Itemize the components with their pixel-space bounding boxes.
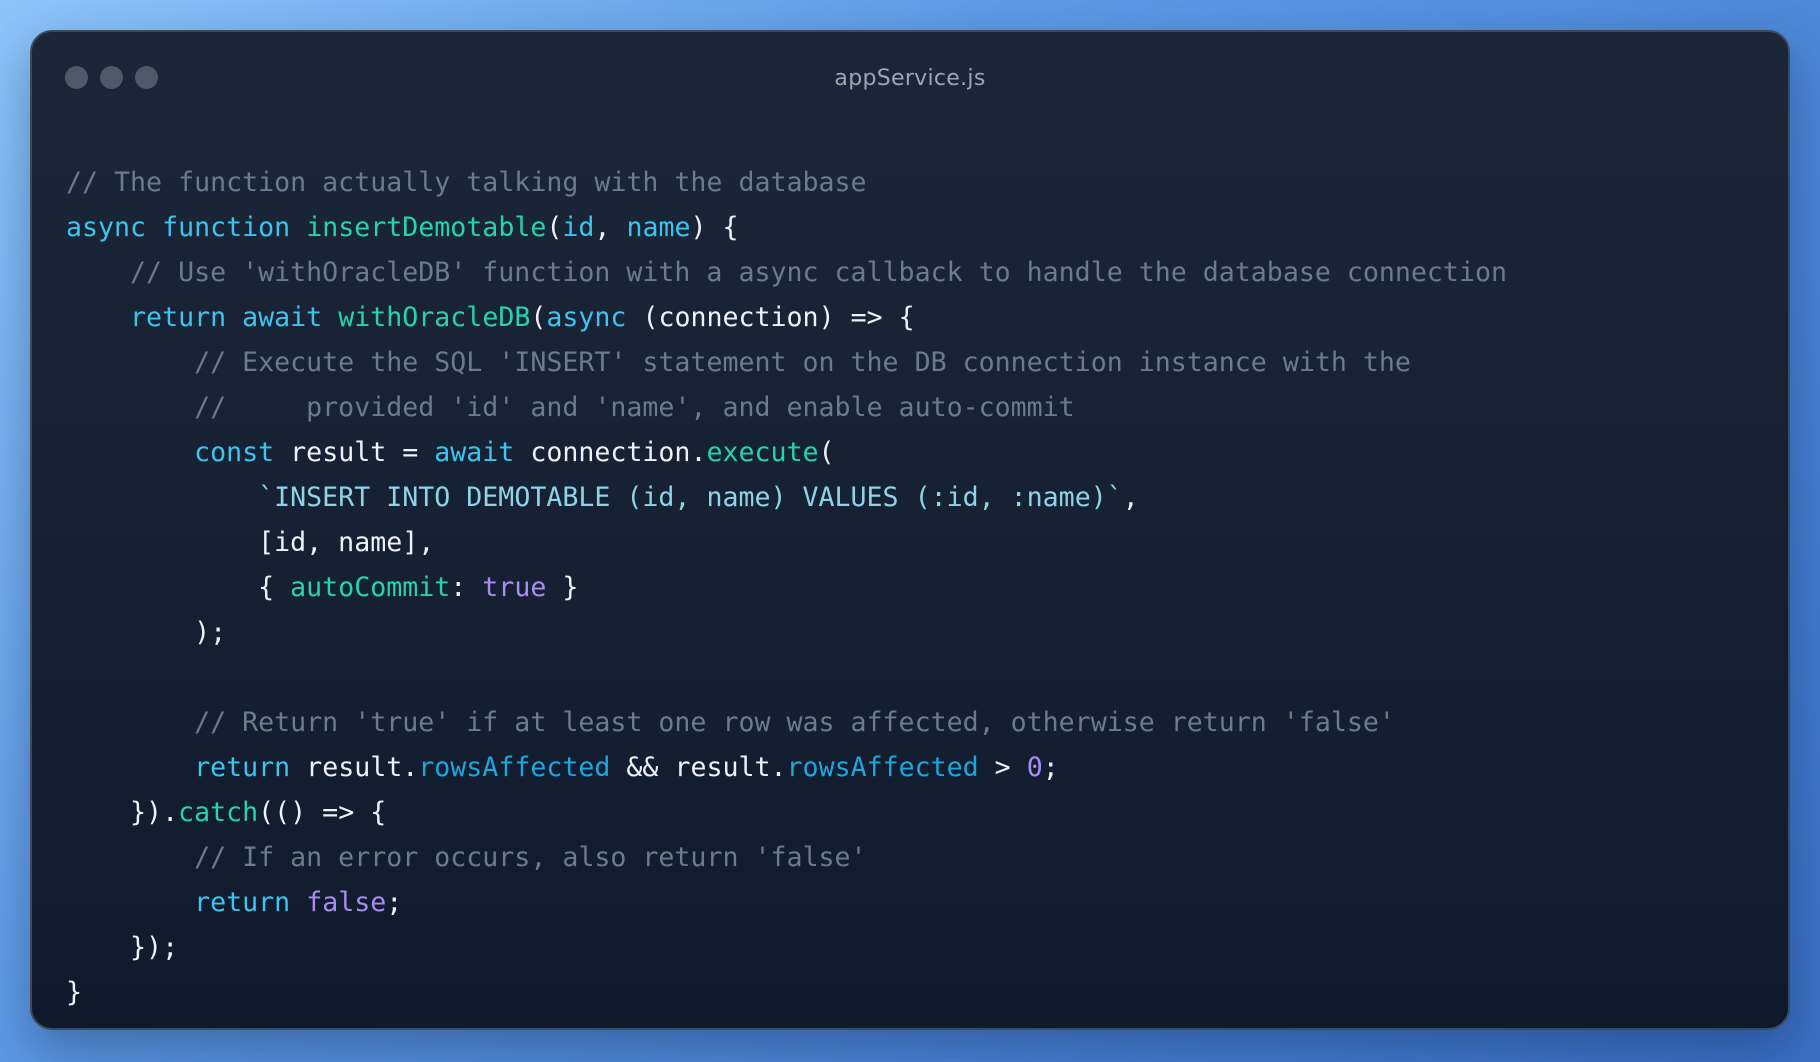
code-line: // The function actually talking with th… [66,160,1507,205]
code-line: // provided 'id' and 'name', and enable … [66,385,1507,430]
keyword-token: const [194,437,275,468]
literal-token: false [306,887,387,918]
keyword-token: return [194,752,291,783]
keyword-token: return [130,302,227,333]
code-line: }).catch(() => { [66,790,1507,835]
literal-token: true [482,572,547,603]
property-token: rowsAffected [786,752,979,783]
function-token: withOracleDB [338,302,531,333]
code-token: ; [386,887,403,918]
code-token: }). [66,797,179,828]
code-token: > [978,752,1027,783]
code-line: return false; [66,880,1507,925]
comment-token: // Return 'true' if at least one row was… [66,707,1395,738]
code-token: : [450,572,483,603]
code-line: return result.rowsAffected && result.row… [66,745,1507,790]
title-bar: appService.js [32,32,1788,122]
code-token: } [66,977,83,1008]
string-token: `INSERT INTO DEMOTABLE (id, name) VALUES… [258,482,1123,513]
code-token: , [1122,482,1139,513]
code-line: [id, name], [66,520,1507,565]
keyword-token: await [434,437,515,468]
keyword-token: return [194,887,291,918]
function-token: insertDemotable [306,212,547,243]
code-line: // Use 'withOracleDB' function with a as… [66,250,1507,295]
code-line: return await withOracleDB(async (connect… [66,295,1507,340]
parameter-token: name [626,212,691,243]
code-line: const result = await connection.execute( [66,430,1507,475]
code-token: } [546,572,579,603]
code-token: ; [1042,752,1059,783]
code-token: ) { [690,212,739,243]
code-token: && result. [610,752,787,783]
code-token: ( [546,212,563,243]
code-line: // If an error occurs, also return 'fals… [66,835,1507,880]
code-token: (connection) => { [626,302,915,333]
code-token: }); [66,932,179,963]
code-block: // The function actually talking with th… [66,160,1507,1015]
code-line: }); [66,925,1507,970]
code-line: ); [66,610,1507,655]
code-token: ( [530,302,547,333]
code-token: ( [818,437,835,468]
code-line: `INSERT INTO DEMOTABLE (id, name) VALUES… [66,475,1507,520]
comment-token: // provided 'id' and 'name', and enable … [66,392,1075,423]
keyword-token: async [66,212,147,243]
code-token: ); [66,617,227,648]
window-title: appService.js [834,66,986,91]
code-line: async function insertDemotable(id, name)… [66,205,1507,250]
comment-token: // If an error occurs, also return 'fals… [66,842,867,873]
keyword-token: async [546,302,627,333]
function-token: execute [706,437,819,468]
comment-token: // Execute the SQL 'INSERT' statement on… [66,347,1411,378]
code-token: result = [274,437,435,468]
keyword-token: function [162,212,291,243]
literal-token: 0 [1026,752,1043,783]
code-token: (() => { [258,797,387,828]
function-token: autoCommit [290,572,451,603]
comment-token: // Use 'withOracleDB' function with a as… [66,257,1507,288]
comment-token: // The function actually talking with th… [66,167,867,198]
code-line: // Return 'true' if at least one row was… [66,700,1507,745]
code-line: { autoCommit: true } [66,565,1507,610]
code-line: // Execute the SQL 'INSERT' statement on… [66,340,1507,385]
parameter-token: id [562,212,595,243]
code-line: } [66,970,1507,1015]
function-token: catch [178,797,259,828]
property-token: rowsAffected [418,752,611,783]
keyword-token: await [242,302,323,333]
code-token: { [66,572,291,603]
code-token: [id, name], [66,527,435,558]
code-token: connection. [514,437,707,468]
code-token: result. [290,752,419,783]
code-token: , [594,212,627,243]
code-window: appService.js // The function actually t… [30,30,1790,1030]
